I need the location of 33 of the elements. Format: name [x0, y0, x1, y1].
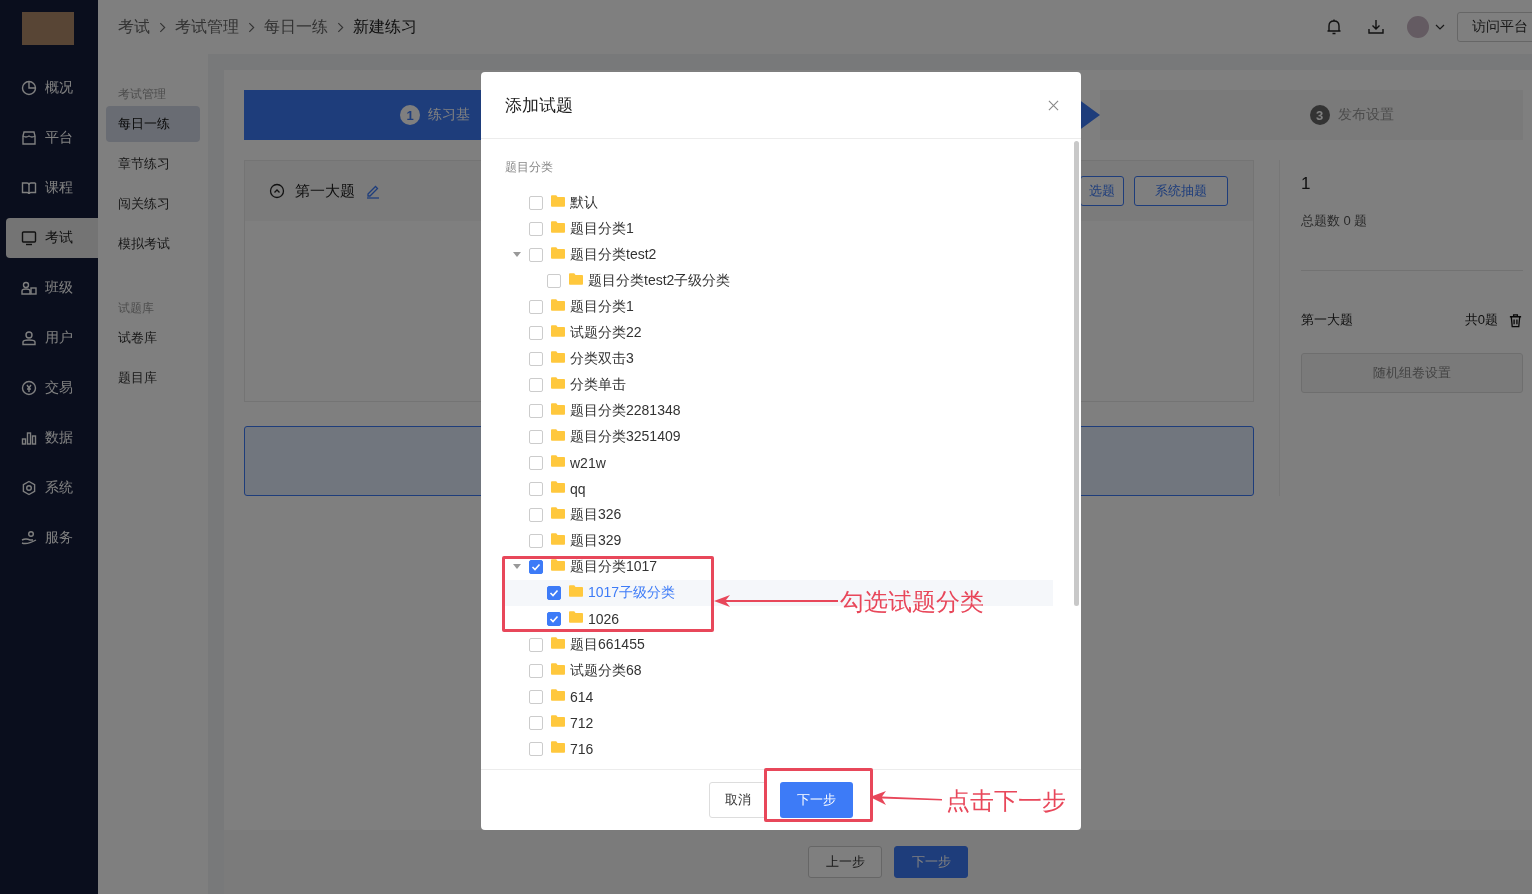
tree-item-label: 题目分类test2	[570, 246, 657, 264]
section-title: 第一大题	[295, 181, 355, 201]
section-count: 共0题	[1464, 311, 1498, 329]
step-number: 3	[1309, 105, 1330, 125]
tree-item-label: 题目329	[570, 532, 622, 550]
tree-item-label: 试题分类22	[570, 324, 642, 342]
step-number: 1	[400, 105, 420, 125]
tree-item-label: 1017子级分类	[588, 584, 676, 602]
tree-item-label: 题目分类1	[570, 298, 634, 316]
step-label: 练习基	[428, 106, 470, 124]
tree-item-label: w21w	[570, 455, 606, 471]
tree-item-label: 716	[570, 741, 594, 757]
tree-item-label: 题目分类1	[570, 220, 634, 238]
tree-item-label: 1026	[588, 611, 620, 627]
section-name: 第一大题	[1301, 311, 1353, 329]
tree-item-label: 题目661455	[570, 636, 645, 654]
tree-item-label: 题目分类test2子级分类	[588, 272, 731, 290]
tree-item-label: 分类双击3	[570, 350, 634, 368]
tree-item-label: 712	[570, 715, 594, 731]
tree-item-label: 默认	[570, 194, 598, 212]
tree-item-label: 题目分类1017	[570, 558, 658, 576]
count-value: 1	[1301, 174, 1312, 194]
total-count: 总题数 0 题	[1301, 212, 1523, 271]
tree-item-label: 614	[570, 689, 594, 705]
tree-item-label: 分类单击	[570, 376, 626, 394]
annotation-text: 点击下一步	[946, 787, 1066, 816]
tree-item-label: qq	[570, 481, 586, 497]
tree-item-label: 试题分类68	[570, 662, 642, 680]
tree-item-label: 题目分类3251409	[570, 428, 681, 446]
dialog-title: 添加试题	[505, 94, 573, 117]
tree-item-label: 题目分类2281348	[570, 402, 681, 420]
tree-item-label: 题目326	[570, 506, 622, 524]
tree-label: 题目分类	[505, 159, 554, 176]
